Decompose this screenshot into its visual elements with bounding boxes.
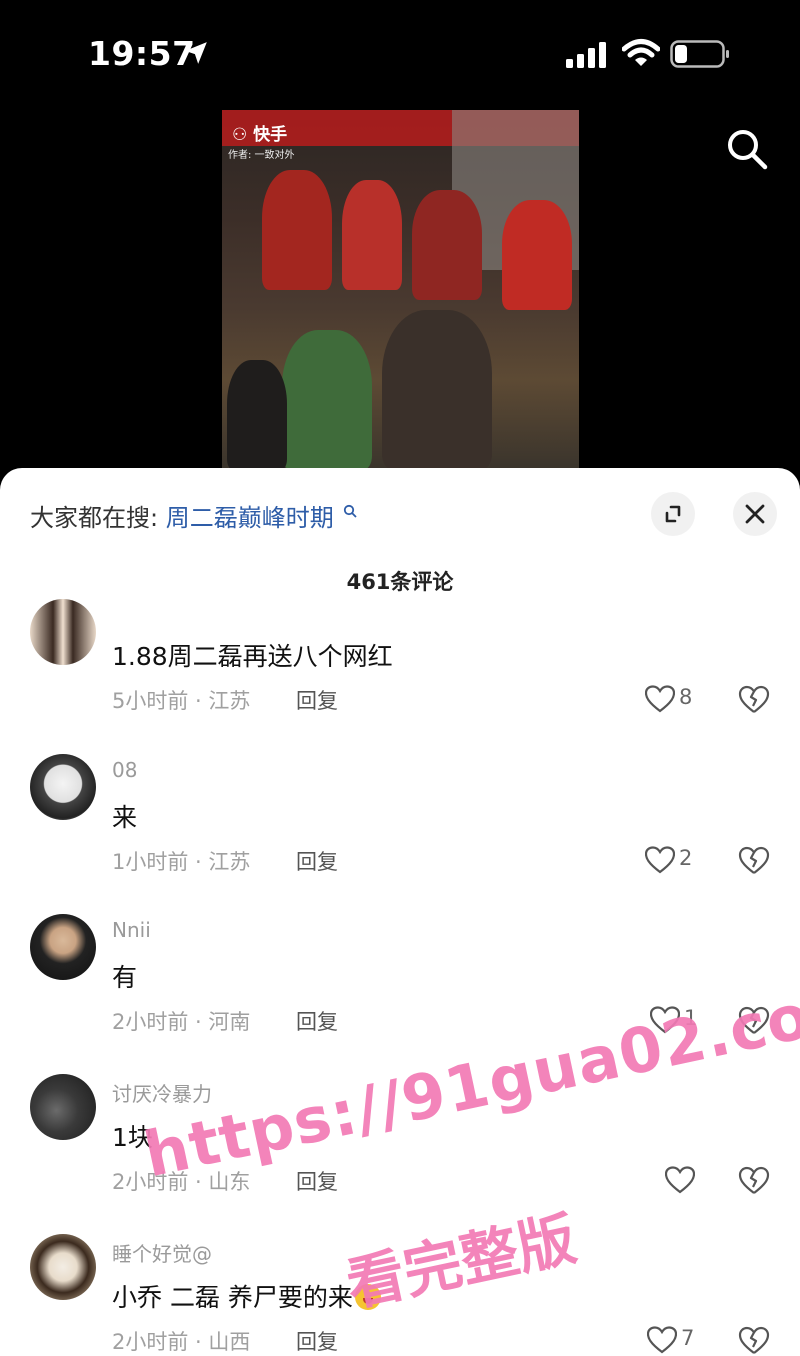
comments-sheet: 大家都在搜: 周二磊巅峰时期 461条评论 1.88周二磊再送八个网红 5小时前…	[0, 468, 800, 1356]
comment-username[interactable]: 讨厌冷暴力	[112, 1078, 212, 1107]
reply-button[interactable]: 回复	[296, 846, 338, 876]
cellular-signal-icon	[566, 42, 606, 68]
comment-username[interactable]: 08	[112, 758, 137, 782]
hot-search[interactable]: 大家都在搜: 周二磊巅峰时期	[30, 498, 358, 533]
avatar[interactable]	[30, 754, 96, 820]
comment-count: 461条评论	[346, 570, 454, 594]
expand-button[interactable]	[651, 492, 695, 536]
broken-heart-icon[interactable]	[738, 1006, 770, 1036]
comment-text: 来	[112, 803, 138, 832]
status-time: 19:57	[88, 34, 196, 73]
video-figure	[227, 360, 287, 470]
heart-icon	[645, 685, 675, 713]
like-count: 8	[679, 685, 693, 709]
video-figure	[342, 180, 402, 290]
heart-icon	[647, 1326, 677, 1354]
comment-text-content: 小乔 二磊 养尸要的来	[112, 1283, 353, 1312]
kuaishou-logo: ⚇ 快手	[232, 120, 287, 145]
video-player[interactable]: ⚇ 快手 作者: 一致对外	[222, 110, 579, 470]
video-figure	[382, 310, 492, 470]
heart-icon	[650, 1006, 680, 1034]
comment-item: 讨厌冷暴力 1块 2小时前 · 山东 回复	[0, 1074, 800, 1234]
video-figure	[502, 200, 572, 310]
comment-item: Nnii 有 2小时前 · 河南 回复 1	[0, 914, 800, 1074]
grinning-face-icon	[354, 1284, 381, 1310]
wifi-icon	[622, 39, 660, 66]
search-small-icon	[344, 504, 358, 518]
heart-icon	[645, 846, 675, 874]
reply-button[interactable]: 回复	[296, 1006, 338, 1036]
comment-meta: 2小时前 · 山东	[112, 1170, 251, 1194]
broken-heart-icon[interactable]	[738, 846, 770, 876]
close-icon	[745, 504, 765, 524]
comment-item: 1.88周二磊再送八个网红 5小时前 · 江苏 回复 8	[0, 599, 800, 763]
kuaishou-brand-text: 快手	[253, 125, 288, 145]
like-button[interactable]: 8	[645, 683, 715, 717]
like-count: 1	[684, 1006, 698, 1030]
video-figure	[282, 330, 372, 470]
like-button[interactable]: 7	[647, 1324, 717, 1356]
location-arrow-icon	[185, 42, 207, 64]
comment-username[interactable]: 睡个好觉@	[112, 1238, 212, 1267]
like-button[interactable]	[665, 1164, 735, 1198]
avatar[interactable]	[30, 914, 96, 980]
video-figure	[412, 190, 482, 300]
status-bar: 19:57	[0, 0, 800, 100]
heart-icon	[665, 1166, 695, 1194]
broken-heart-icon[interactable]	[738, 1166, 770, 1196]
like-button[interactable]: 2	[645, 844, 715, 878]
like-count: 2	[679, 846, 693, 870]
comment-meta: 1小时前 · 江苏	[112, 850, 251, 874]
reply-button[interactable]: 回复	[296, 1166, 338, 1196]
comment-meta: 5小时前 · 江苏	[112, 689, 251, 713]
like-count: 7	[681, 1326, 695, 1350]
kuaishou-logo-icon: ⚇	[232, 125, 248, 145]
avatar[interactable]	[30, 599, 96, 665]
comment-text: 1块	[112, 1123, 153, 1152]
expand-icon	[665, 505, 681, 523]
hot-search-label: 大家都在搜:	[30, 504, 159, 532]
comment-meta: 2小时前 · 山西	[112, 1330, 251, 1354]
hot-search-query[interactable]: 周二磊巅峰时期	[166, 504, 334, 532]
video-author: 作者: 一致对外	[228, 150, 295, 161]
avatar[interactable]	[30, 1074, 96, 1140]
reply-button[interactable]: 回复	[296, 1326, 338, 1356]
like-button[interactable]: 1	[650, 1004, 720, 1038]
comment-meta: 2小时前 · 河南	[112, 1010, 251, 1034]
broken-heart-icon[interactable]	[738, 1326, 770, 1356]
battery-icon	[670, 40, 729, 68]
video-figure	[262, 170, 332, 290]
comment-text: 有	[112, 963, 138, 992]
comment-item: 睡个好觉@ 小乔 二磊 养尸要的来 2小时前 · 山西 回复 7	[0, 1234, 800, 1356]
close-button[interactable]	[733, 492, 777, 536]
search-icon[interactable]	[724, 126, 770, 172]
comment-text: 小乔 二磊 养尸要的来	[112, 1278, 381, 1314]
comment-text: 1.88周二磊再送八个网红	[112, 642, 393, 671]
comment-username[interactable]: Nnii	[112, 918, 151, 942]
broken-heart-icon[interactable]	[738, 685, 770, 715]
comment-item: 08 来 1小时前 · 江苏 回复 2	[0, 754, 800, 914]
reply-button[interactable]: 回复	[296, 685, 338, 715]
avatar[interactable]	[30, 1234, 96, 1300]
